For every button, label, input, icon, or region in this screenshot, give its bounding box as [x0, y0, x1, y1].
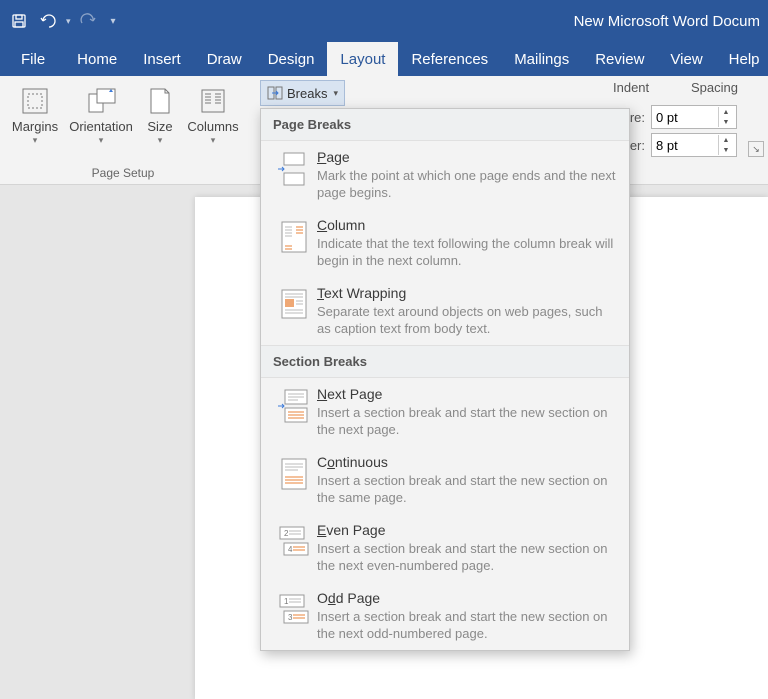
columns-icon [199, 86, 227, 116]
page-breaks-header: Page Breaks [261, 109, 629, 141]
margins-button[interactable]: Margins▾ [4, 80, 66, 146]
group-label-page-setup: Page Setup [92, 164, 155, 184]
page-size-icon [147, 86, 173, 116]
menu-item-text-wrapping-break[interactable]: Text WrappingSeparate text around object… [261, 277, 629, 345]
qat-customize-caret[interactable]: ▾ [111, 16, 116, 27]
document-title: New Microsoft Word Docum [122, 13, 768, 30]
spin-up-icon[interactable]: ▲ [719, 135, 733, 145]
margins-icon [20, 86, 50, 116]
tab-review[interactable]: Review [582, 42, 657, 76]
tab-references[interactable]: References [398, 42, 501, 76]
breaks-icon [267, 86, 283, 100]
next-page-icon [271, 386, 317, 438]
indent-label: Indent [613, 80, 691, 95]
spin-down-icon[interactable]: ▼ [719, 117, 733, 127]
breaks-button[interactable]: Breaks ▾ [260, 80, 345, 106]
breaks-dropdown: Page Breaks PageMark the point at which … [260, 108, 630, 651]
section-breaks-header: Section Breaks [261, 345, 629, 378]
paragraph-group: Indent Spacing ore: ▲▼ er: ▲▼ ↘ [613, 78, 768, 161]
column-break-icon [271, 217, 317, 269]
redo-button[interactable] [75, 8, 101, 34]
orientation-icon [85, 86, 117, 116]
tab-insert[interactable]: Insert [130, 42, 194, 76]
columns-button[interactable]: Columns▾ [184, 80, 242, 146]
menu-item-continuous[interactable]: ContinuousInsert a section break and sta… [261, 446, 629, 514]
spacing-before-input[interactable]: ▲▼ [651, 105, 737, 129]
menu-item-page-break[interactable]: PageMark the point at which one page end… [261, 141, 629, 209]
tab-mailings[interactable]: Mailings [501, 42, 582, 76]
save-button[interactable] [6, 8, 32, 34]
spin-down-icon[interactable]: ▼ [719, 145, 733, 155]
redo-icon [79, 13, 97, 29]
save-icon [11, 13, 27, 29]
menu-item-even-page[interactable]: 24 Even PageInsert a section break and s… [261, 514, 629, 582]
even-page-icon: 24 [271, 522, 317, 574]
chevron-down-icon: ▾ [333, 88, 338, 99]
dialog-launcher[interactable]: ↘ [748, 141, 764, 157]
odd-page-icon: 13 [271, 590, 317, 642]
text-wrapping-icon [271, 285, 317, 337]
undo-dropdown-caret[interactable]: ▾ [66, 16, 71, 27]
quick-access-toolbar: ▾ ▾ [0, 8, 122, 34]
ribbon-tabs: File Home Insert Draw Design Layout Refe… [0, 42, 768, 76]
menu-item-column-break[interactable]: ColumnIndicate that the text following t… [261, 209, 629, 277]
tab-view[interactable]: View [657, 42, 715, 76]
menu-item-odd-page[interactable]: 13 Odd PageInsert a section break and st… [261, 582, 629, 650]
tab-help[interactable]: Help [716, 42, 768, 76]
group-page-setup: Margins▾ Orientation▾ Size▾ Columns▾ Pag… [0, 76, 246, 184]
spacing-before-value[interactable] [652, 110, 718, 125]
size-button[interactable]: Size▾ [136, 80, 184, 146]
tab-layout[interactable]: Layout [327, 42, 398, 76]
title-bar: ▾ ▾ New Microsoft Word Docum [0, 0, 768, 42]
tab-file[interactable]: File [8, 42, 58, 76]
tab-draw[interactable]: Draw [194, 42, 255, 76]
undo-icon [39, 13, 59, 29]
svg-text:2: 2 [284, 529, 289, 538]
tab-home[interactable]: Home [64, 42, 130, 76]
svg-text:4: 4 [288, 545, 293, 554]
spacing-after-value[interactable] [652, 138, 718, 153]
orientation-button[interactable]: Orientation▾ [66, 80, 136, 146]
spacing-label: Spacing [691, 80, 738, 95]
undo-button[interactable] [36, 8, 62, 34]
svg-text:3: 3 [288, 613, 293, 622]
svg-text:1: 1 [284, 597, 289, 606]
continuous-icon [271, 454, 317, 506]
spin-up-icon[interactable]: ▲ [719, 107, 733, 117]
tab-design[interactable]: Design [255, 42, 328, 76]
spacing-after-input[interactable]: ▲▼ [651, 133, 737, 157]
menu-item-next-page[interactable]: Next PageInsert a section break and star… [261, 378, 629, 446]
page-break-icon [271, 149, 317, 201]
